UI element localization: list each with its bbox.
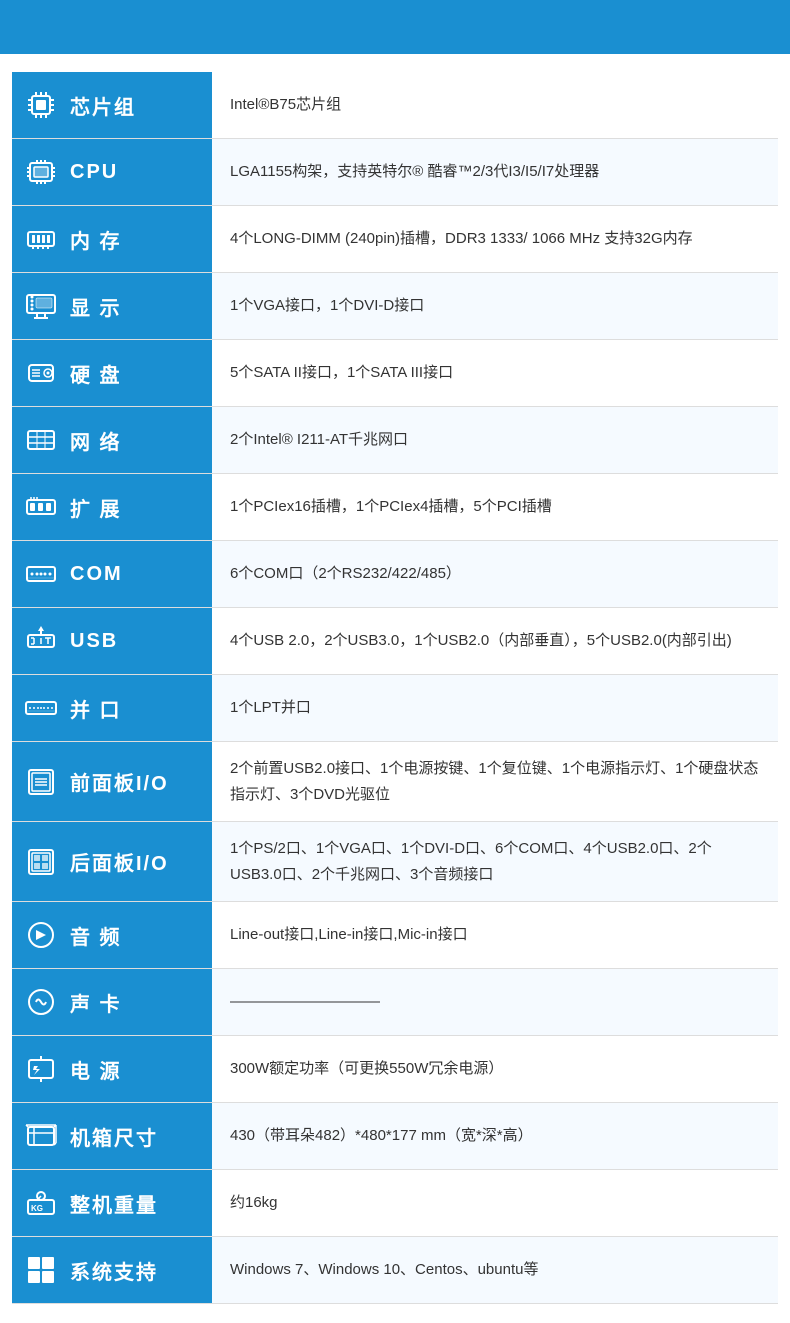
row-label: 音 频: [70, 921, 122, 950]
value-cell: 1个LPT并口: [212, 675, 778, 742]
value-cell: Line-out接口,Line-in接口,Mic-in接口: [212, 902, 778, 969]
label-cell: 硬 盘: [12, 340, 212, 407]
row-label: 硬 盘: [70, 359, 122, 388]
label-cell: 内 存: [12, 206, 212, 273]
label-cell: 电 源: [12, 1036, 212, 1103]
row-label: USB: [70, 630, 118, 653]
audio-icon: [22, 916, 60, 954]
expand-icon: [22, 488, 60, 526]
memory-icon: [22, 220, 60, 258]
table-row: CPU LGA1155构架，支持英特尔® 酷睿™2/3代I3/I5/I7处理器: [12, 139, 778, 206]
reario-icon: [22, 843, 60, 881]
os-icon: [22, 1251, 60, 1289]
value-cell: 6个COM口（2个RS232/422/485）: [212, 541, 778, 608]
value-cell: 1个PS/2口、1个VGA口、1个DVI-D口、6个COM口、4个USB2.0口…: [212, 822, 778, 902]
table-row: KG 整机重量约16kg: [12, 1170, 778, 1237]
value-cell: ——————————: [212, 969, 778, 1036]
header: [0, 0, 790, 54]
row-label: 网 络: [70, 426, 122, 455]
label-cell: USB: [12, 608, 212, 675]
label-cell: 网 络: [12, 407, 212, 474]
value-cell: Windows 7、Windows 10、Centos、ubuntu等: [212, 1237, 778, 1304]
table-row: 系统支持 Windows 7、Windows 10、Centos、ubuntu等: [12, 1237, 778, 1304]
row-label: 后面板I/O: [70, 847, 169, 876]
label-cell: 芯片组: [12, 72, 212, 139]
svg-text:KG: KG: [31, 1204, 43, 1213]
row-label: 扩 展: [70, 493, 122, 522]
value-cell: 300W额定功率（可更换550W冗余电源）: [212, 1036, 778, 1103]
hdd-icon: [22, 354, 60, 392]
table-row: 声 卡 ——————————: [12, 969, 778, 1036]
value-cell: 1个PCIex16插槽，1个PCIex4插槽，5个PCI插槽: [212, 474, 778, 541]
row-label: COM: [70, 563, 123, 586]
label-cell: 显 示: [12, 273, 212, 340]
row-label: 系统支持: [70, 1256, 158, 1285]
usb-icon: [22, 622, 60, 660]
table-row: 机箱尺寸 430（带耳朵482）*480*177 mm（宽*深*高）: [12, 1103, 778, 1170]
value-cell: 4个USB 2.0，2个USB3.0，1个USB2.0（内部垂直），5个USB2…: [212, 608, 778, 675]
row-label: 并 口: [70, 694, 122, 723]
label-cell: COM: [12, 541, 212, 608]
label-cell: 并 口: [12, 675, 212, 742]
value-cell: LGA1155构架，支持英特尔® 酷睿™2/3代I3/I5/I7处理器: [212, 139, 778, 206]
row-label: 机箱尺寸: [70, 1122, 158, 1151]
row-label: 声 卡: [70, 988, 122, 1017]
casesize-icon: [22, 1117, 60, 1155]
table-row: 并 口 1个LPT并口: [12, 675, 778, 742]
row-label: 整机重量: [70, 1189, 158, 1218]
table-row: 扩 展 1个PCIex16插槽，1个PCIex4插槽，5个PCI插槽: [12, 474, 778, 541]
label-cell: KG 整机重量: [12, 1170, 212, 1237]
label-cell: 音 频: [12, 902, 212, 969]
table-row: 网 络 2个Intel® I211-AT千兆网口: [12, 407, 778, 474]
cpu-icon: [22, 153, 60, 191]
row-label: 显 示: [70, 292, 122, 321]
value-cell: 2个Intel® I211-AT千兆网口: [212, 407, 778, 474]
table-row: 前面板I/O 2个前置USB2.0接口、1个电源按键、1个复位键、1个电源指示灯、…: [12, 742, 778, 822]
soundcard-icon: [22, 983, 60, 1021]
label-cell: 前面板I/O: [12, 742, 212, 822]
label-cell: 系统支持: [12, 1237, 212, 1304]
value-cell: 4个LONG-DIMM (240pin)插槽，DDR3 1333/ 1066 M…: [212, 206, 778, 273]
row-label: 前面板I/O: [70, 767, 169, 796]
table-row: 芯片组 Intel®B75芯片组: [12, 72, 778, 139]
com-icon: [22, 555, 60, 593]
value-cell: 1个VGA接口，1个DVI-D接口: [212, 273, 778, 340]
label-cell: 后面板I/O: [12, 822, 212, 902]
table-row: 硬 盘 5个SATA II接口，1个SATA III接口: [12, 340, 778, 407]
value-cell: Intel®B75芯片组: [212, 72, 778, 139]
label-cell: 机箱尺寸: [12, 1103, 212, 1170]
row-label: 芯片组: [70, 91, 136, 120]
display-icon: [22, 287, 60, 325]
value-cell: 2个前置USB2.0接口、1个电源按键、1个复位键、1个电源指示灯、1个硬盘状态…: [212, 742, 778, 822]
row-label: CPU: [70, 161, 118, 184]
specs-table: 芯片组 Intel®B75芯片组 CPU LGA1155构架，支持英特尔® 酷睿™2…: [12, 72, 778, 1304]
table-row: USB 4个USB 2.0，2个USB3.0，1个USB2.0（内部垂直），5个U…: [12, 608, 778, 675]
table-row: 内 存 4个LONG-DIMM (240pin)插槽，DDR3 1333/ 106…: [12, 206, 778, 273]
table-row: 显 示 1个VGA接口，1个DVI-D接口: [12, 273, 778, 340]
parallel-icon: [22, 689, 60, 727]
value-cell: 5个SATA II接口，1个SATA III接口: [212, 340, 778, 407]
frontio-icon: [22, 763, 60, 801]
table-row: 音 频 Line-out接口,Line-in接口,Mic-in接口: [12, 902, 778, 969]
row-label: 电 源: [70, 1055, 122, 1084]
label-cell: CPU: [12, 139, 212, 206]
label-cell: 声 卡: [12, 969, 212, 1036]
row-label: 内 存: [70, 225, 122, 254]
chipset-icon: [22, 86, 60, 124]
label-cell: 扩 展: [12, 474, 212, 541]
table-row: 电 源 300W额定功率（可更换550W冗余电源）: [12, 1036, 778, 1103]
network-icon: [22, 421, 60, 459]
table-row: COM 6个COM口（2个RS232/422/485）: [12, 541, 778, 608]
value-cell: 430（带耳朵482）*480*177 mm（宽*深*高）: [212, 1103, 778, 1170]
weight-icon: KG: [22, 1184, 60, 1222]
specs-table-container: 芯片组 Intel®B75芯片组 CPU LGA1155构架，支持英特尔® 酷睿™2…: [0, 54, 790, 1322]
power-icon: [22, 1050, 60, 1088]
value-cell: 约16kg: [212, 1170, 778, 1237]
table-row: 后面板I/O 1个PS/2口、1个VGA口、1个DVI-D口、6个COM口、4个U…: [12, 822, 778, 902]
